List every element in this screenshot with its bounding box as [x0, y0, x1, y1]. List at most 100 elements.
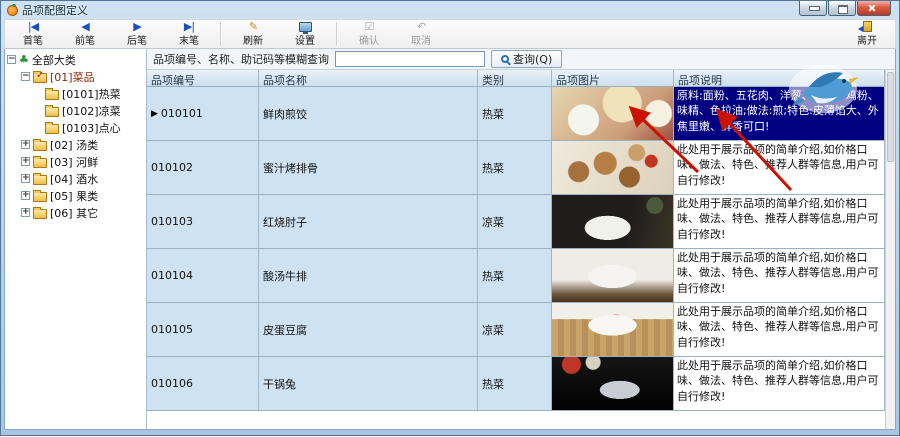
- cancel-icon: ↶: [417, 21, 425, 32]
- refresh-button[interactable]: ✎ 刷新: [227, 20, 279, 48]
- query-input[interactable]: [335, 51, 485, 67]
- prev-record-button[interactable]: ◀ 前笔: [59, 20, 111, 48]
- dish-photo: [552, 141, 674, 194]
- cell-description: 原料:面粉、五花肉、洋葱、精盐、鸡粉、味精、色拉油;做法:煎;特色:皮薄馅大、外…: [674, 87, 885, 140]
- cell-name: 蜜汁烤排骨: [259, 141, 478, 194]
- toolbar-separator: [220, 22, 222, 46]
- close-button[interactable]: [857, 1, 891, 16]
- tree-node-02[interactable]: + [02] 汤类: [5, 136, 146, 153]
- tree-node-03[interactable]: + [03] 河鲜: [5, 153, 146, 170]
- cancel-button[interactable]: ↶ 取消: [395, 20, 447, 48]
- cell-description: 此处用于展示品项的简单介绍,如价格口味、做法、特色、推荐人群等信息,用户可自行修…: [674, 249, 885, 302]
- cell-category: 热菜: [478, 87, 552, 140]
- tree-node-0103[interactable]: [0103]点心: [5, 119, 146, 136]
- table-row[interactable]: 010103 红烧肘子 凉菜 此处用于展示品项的简单介绍,如价格口味、做法、特色…: [147, 195, 885, 249]
- last-record-button[interactable]: ▶| 末笔: [163, 20, 215, 48]
- cell-description: 此处用于展示品项的简单介绍,如价格口味、做法、特色、推荐人群等信息,用户可自行修…: [674, 303, 885, 356]
- search-icon: [501, 55, 509, 63]
- main-area: − ♣ 全部大类 − [01]菜品 [0101]热菜 [0102]凉菜 [010…: [4, 49, 896, 430]
- table-row[interactable]: 010104 酸汤牛排 热菜 此处用于展示品项的简单介绍,如价格口味、做法、特色…: [147, 249, 885, 303]
- tree-node-label: [04] 酒水: [50, 171, 98, 187]
- exit-door-icon: [863, 21, 872, 32]
- collapse-icon[interactable]: −: [21, 72, 30, 81]
- tree-node-label: [05] 果类: [50, 188, 98, 204]
- dish-photo: [552, 249, 674, 302]
- table-row[interactable]: ▶ 010101 鲜肉煎饺 热菜 原料:面粉、五花肉、洋葱、精盐、鸡粉、味精、色…: [147, 87, 885, 141]
- cell-description: 此处用于展示品项的简单介绍,如价格口味、做法、特色、推荐人群等信息,用户可自行修…: [674, 195, 885, 248]
- query-button[interactable]: 查询(Q): [491, 50, 562, 68]
- monitor-icon: [299, 22, 312, 32]
- cell-code: 010102: [147, 141, 259, 194]
- table-row[interactable]: 010102 蜜汁烤排骨 热菜 此处用于展示品项的简单介绍,如价格口味、做法、特…: [147, 141, 885, 195]
- checked-folder-icon: [33, 73, 47, 83]
- tree-node-label: [06] 其它: [50, 205, 98, 221]
- tree-node-06[interactable]: + [06] 其它: [5, 204, 146, 221]
- expand-icon[interactable]: +: [21, 140, 30, 149]
- cell-category: 凉菜: [478, 303, 552, 356]
- folder-icon: [45, 107, 59, 117]
- tree-node-label: [0101]热菜: [62, 86, 121, 102]
- first-record-button[interactable]: |◀ 首笔: [7, 20, 59, 48]
- tree-root[interactable]: − ♣ 全部大类: [5, 51, 146, 68]
- confirm-icon: ☑: [365, 21, 374, 32]
- setup-button[interactable]: 设置: [279, 20, 331, 48]
- next-record-icon: ▶: [133, 21, 140, 32]
- cell-category: 凉菜: [478, 195, 552, 248]
- toolbar-separator: [336, 22, 338, 46]
- prev-record-label: 前笔: [75, 32, 95, 47]
- col-header-image[interactable]: 品项图片: [552, 70, 674, 86]
- folder-icon: [33, 141, 47, 151]
- tree-node-label: [02] 汤类: [50, 137, 98, 153]
- app-icon: [7, 5, 18, 16]
- maximize-button[interactable]: [828, 1, 856, 16]
- last-record-label: 末笔: [179, 32, 199, 47]
- col-header-code[interactable]: 品项编号: [147, 70, 259, 86]
- vertical-scrollbar[interactable]: [885, 70, 895, 429]
- col-header-name[interactable]: 品项名称: [259, 70, 478, 86]
- tree-node-01[interactable]: − [01]菜品: [5, 68, 146, 85]
- col-header-category[interactable]: 类别: [478, 70, 552, 86]
- table-header: 品项编号 品项名称 类别 品项图片 品项说明: [147, 70, 885, 87]
- tree-node-label: [0103]点心: [62, 120, 121, 136]
- table-row[interactable]: 010106 干锅兔 热菜 此处用于展示品项的简单介绍,如价格口味、做法、特色、…: [147, 357, 885, 411]
- col-header-desc[interactable]: 品项说明: [674, 70, 885, 86]
- expand-icon[interactable]: +: [21, 208, 30, 217]
- tree-node-05[interactable]: + [05] 果类: [5, 187, 146, 204]
- expand-icon[interactable]: +: [21, 157, 30, 166]
- minimize-button[interactable]: [799, 1, 827, 16]
- collapse-icon[interactable]: −: [7, 55, 16, 64]
- titlebar[interactable]: 品项配图定义: [1, 1, 899, 19]
- tree-root-label: 全部大类: [32, 52, 76, 68]
- cell-name: 鲜肉煎饺: [259, 87, 478, 140]
- content-panel: 品项编号、名称、助记码等模糊查询 查询(Q) 品项编号 品项名称 类别 品项图片…: [147, 49, 895, 429]
- table-row[interactable]: 010105 皮蛋豆腐 凉菜 此处用于展示品项的简单介绍,如价格口味、做法、特色…: [147, 303, 885, 357]
- expand-icon[interactable]: +: [21, 174, 30, 183]
- next-record-label: 后笔: [127, 32, 147, 47]
- dish-photo: [552, 303, 674, 356]
- cell-category: 热菜: [478, 141, 552, 194]
- cell-code: 010106: [147, 357, 259, 410]
- app-window: 品项配图定义 |◀ 首笔 ◀ 前笔 ▶ 后笔 ▶| 末笔 ✎ 刷新 设置: [0, 0, 900, 436]
- scrollbar-thumb[interactable]: [887, 72, 894, 162]
- dish-photo: [552, 195, 674, 248]
- expand-icon[interactable]: +: [21, 191, 30, 200]
- first-record-label: 首笔: [23, 32, 43, 47]
- cell-description: 此处用于展示品项的简单介绍,如价格口味、做法、特色、推荐人群等信息,用户可自行修…: [674, 141, 885, 194]
- cell-description: 此处用于展示品项的简单介绍,如价格口味、做法、特色、推荐人群等信息,用户可自行修…: [674, 357, 885, 410]
- confirm-button[interactable]: ☑ 确认: [343, 20, 395, 48]
- folder-icon: [33, 192, 47, 202]
- setup-label: 设置: [295, 32, 315, 47]
- first-record-icon: |◀: [28, 21, 38, 32]
- tree-node-0101[interactable]: [0101]热菜: [5, 85, 146, 102]
- cell-name: 皮蛋豆腐: [259, 303, 478, 356]
- cell-name: 酸汤牛排: [259, 249, 478, 302]
- tree-node-04[interactable]: + [04] 酒水: [5, 170, 146, 187]
- tree-node-0102[interactable]: [0102]凉菜: [5, 102, 146, 119]
- dish-photo: [552, 87, 674, 140]
- next-record-button[interactable]: ▶ 后笔: [111, 20, 163, 48]
- window-controls: [798, 1, 891, 16]
- confirm-label: 确认: [359, 32, 379, 47]
- last-record-icon: ▶|: [184, 21, 194, 32]
- exit-button[interactable]: 离开: [841, 20, 893, 48]
- query-button-label: 查询(Q): [513, 51, 552, 67]
